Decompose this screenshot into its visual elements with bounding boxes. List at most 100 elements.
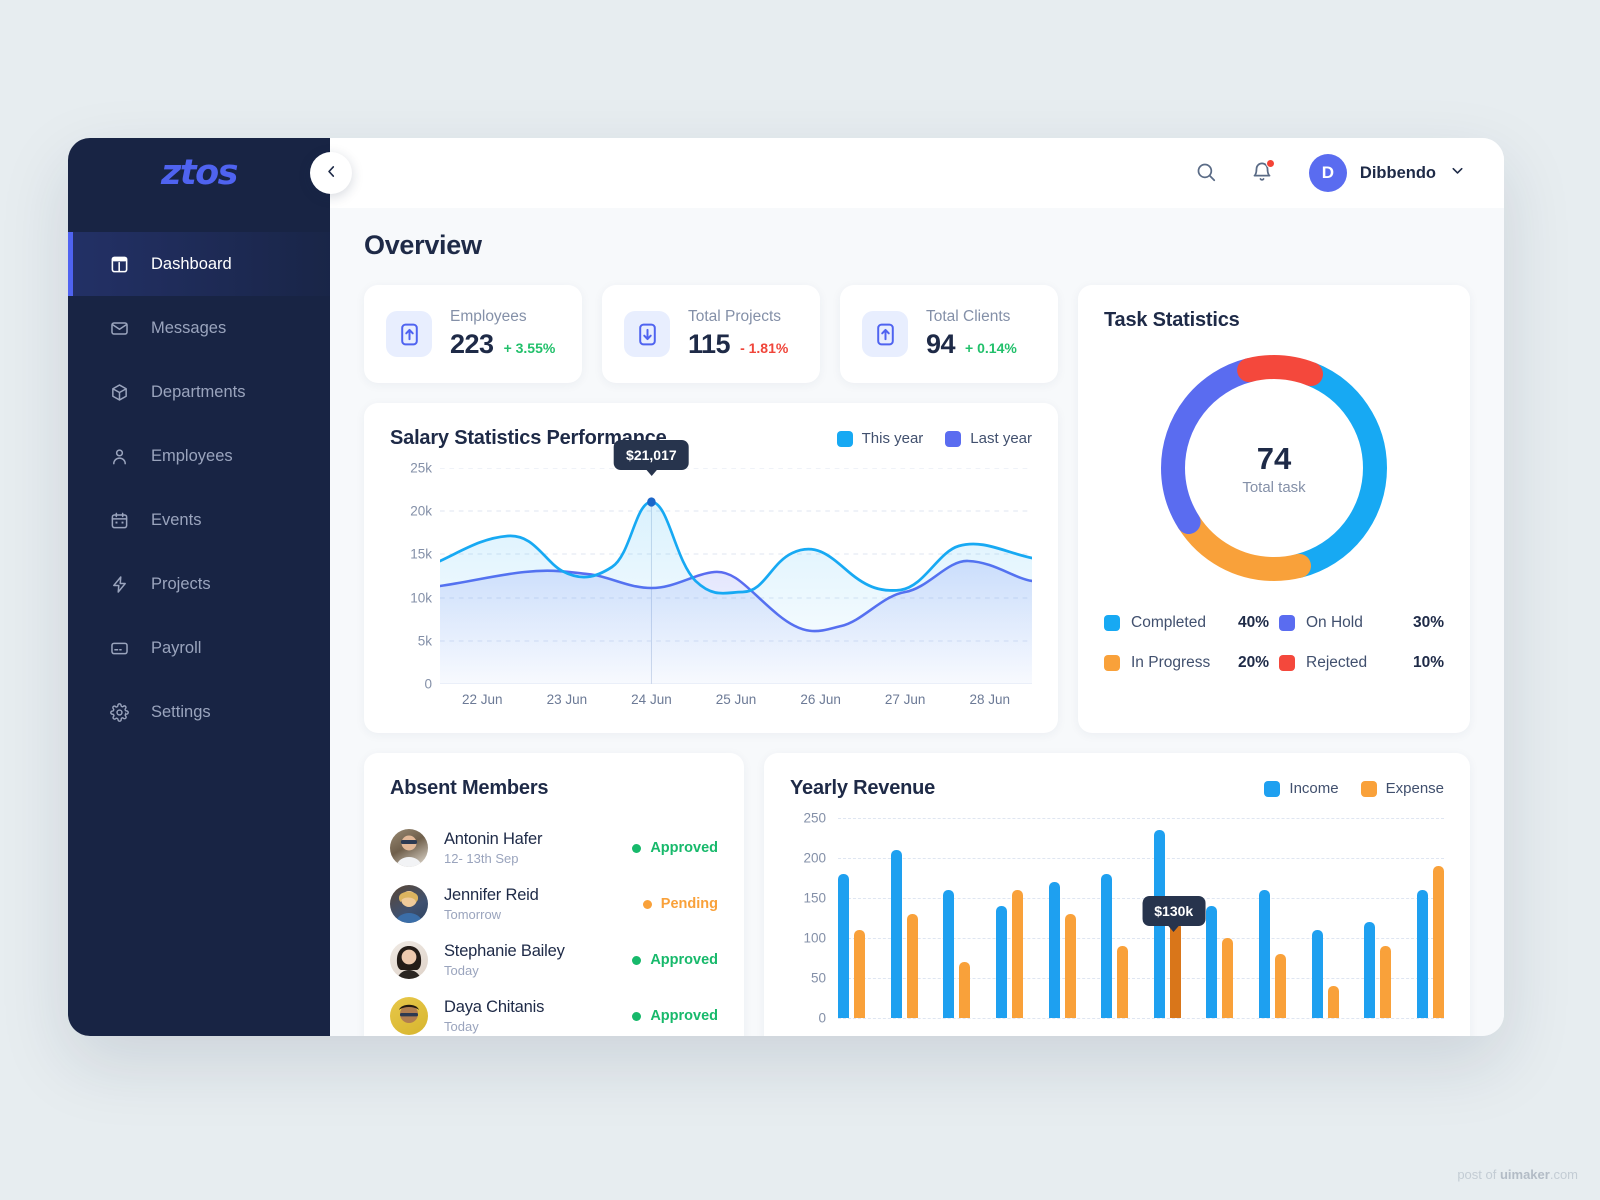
sidebar-item-label: Events <box>151 510 202 529</box>
legend-label: This year <box>861 430 924 447</box>
sidebar-item-dashboard[interactable]: Dashboard <box>68 232 330 296</box>
salary-statistics-card: Salary Statistics Performance This year … <box>364 403 1058 733</box>
bar-group[interactable] <box>1101 818 1129 1018</box>
bar-group[interactable] <box>1364 818 1392 1018</box>
task-statistics-card: Task Statistics 74 Total task Completed … <box>1078 285 1470 733</box>
stat-label: Total Clients <box>926 308 1011 325</box>
y-tick: 5k <box>417 633 432 649</box>
sidebar-collapse-button[interactable] <box>310 152 352 194</box>
legend-swatch <box>1104 655 1120 671</box>
bar-expense <box>1169 922 1181 1018</box>
sidebar-item-payroll[interactable]: Payroll <box>68 616 330 680</box>
user-icon <box>110 447 129 466</box>
status-badge: Approved <box>632 952 718 968</box>
arrow-up-box-icon <box>862 311 908 357</box>
x-tick: 27 Jun <box>884 692 926 707</box>
legend-swatch <box>1279 655 1295 671</box>
bar-group[interactable] <box>1206 818 1234 1018</box>
avatar <box>390 941 428 979</box>
member-name: Jennifer Reid <box>444 886 539 904</box>
bar-expense <box>1327 986 1339 1018</box>
legend-percent: 20% <box>1237 654 1269 671</box>
sidebar-item-label: Dashboard <box>151 254 232 273</box>
legend-percent: 40% <box>1237 614 1269 631</box>
legend-item-last-year[interactable]: Last year <box>945 430 1032 447</box>
legend-swatch <box>1360 780 1377 797</box>
bar-group[interactable] <box>1311 818 1339 1018</box>
sidebar-bottom: Settings <box>68 680 330 802</box>
bar-income <box>1416 890 1428 1018</box>
legend-swatch <box>1279 615 1295 631</box>
task-legend-item-completed[interactable]: Completed 40% <box>1104 614 1269 632</box>
avatar-photo <box>396 835 422 867</box>
salary-x-axis: 22 Jun 23 Jun 24 Jun 25 Jun 26 Jun 27 Ju… <box>440 692 1032 707</box>
legend-label: Rejected <box>1306 654 1368 671</box>
watermark: post of uimaker.com <box>1457 1167 1578 1182</box>
bar-group[interactable] <box>995 818 1023 1018</box>
yearly-revenue-card: Yearly Revenue Income Expense 250 200 15… <box>764 753 1470 1036</box>
stat-card-total-clients[interactable]: Total Clients 94 + 0.14% <box>840 285 1058 383</box>
sidebar-item-departments[interactable]: Departments <box>68 360 330 424</box>
task-legend-item-in-progress[interactable]: In Progress 20% <box>1104 654 1269 672</box>
topbar: D Dibbendo <box>330 138 1504 208</box>
stat-label: Employees <box>450 308 527 325</box>
legend-item-this-year[interactable]: This year <box>836 430 924 447</box>
list-item[interactable]: Stephanie Bailey Today Approved <box>390 932 718 988</box>
bar-expense <box>1432 866 1444 1018</box>
bar-group[interactable] <box>1048 818 1076 1018</box>
status-dot <box>632 1011 642 1021</box>
y-tick: 0 <box>818 1010 826 1026</box>
stat-card-total-projects[interactable]: Total Projects 115 - 1.81% <box>602 285 820 383</box>
legend-item-expense[interactable]: Expense <box>1360 780 1444 797</box>
stat-value: 115 <box>688 329 731 359</box>
bar-income <box>838 874 849 1018</box>
box-icon <box>110 383 129 402</box>
legend-swatch <box>1104 615 1120 631</box>
bar-income <box>943 890 955 1018</box>
sidebar-item-employees[interactable]: Employees <box>68 424 330 488</box>
x-tick: 23 Jun <box>546 692 588 707</box>
legend-percent: 30% <box>1412 614 1444 631</box>
list-item[interactable]: Daya Chitanis Today Approved <box>390 988 718 1036</box>
avatar <box>390 829 428 867</box>
stat-body: Employees 223 + 3.55% <box>450 308 555 360</box>
stat-cards: Employees 223 + 3.55% Total Projects 115… <box>364 285 1058 383</box>
salary-y-axis: 25k 20k 15k 10k 5k 0 <box>390 461 432 692</box>
legend-swatch <box>945 430 962 447</box>
bar-group[interactable] <box>943 818 971 1018</box>
search-button[interactable] <box>1191 157 1221 190</box>
task-legend-item-on-hold[interactable]: On Hold 30% <box>1279 614 1444 632</box>
bar-group[interactable] <box>1416 818 1444 1018</box>
notifications-button[interactable] <box>1247 157 1277 190</box>
task-legend-item-rejected[interactable]: Rejected 10% <box>1279 654 1444 672</box>
stat-value: 223 <box>450 329 494 359</box>
status-label: Pending <box>660 896 718 912</box>
sidebar-item-label: Messages <box>151 318 227 337</box>
sidebar-item-projects[interactable]: Projects <box>68 552 330 616</box>
bar-income <box>1206 906 1218 1018</box>
salary-card-header: Salary Statistics Performance This year … <box>390 427 1032 450</box>
absent-members-list: Antonin Hafer 12- 13th Sep Approved Jenn… <box>390 820 718 1036</box>
bar-group[interactable] <box>838 818 865 1018</box>
bar-expense <box>1117 946 1129 1018</box>
list-item[interactable]: Jennifer Reid Tomorrow Pending <box>390 876 718 932</box>
bar-expense <box>1380 946 1392 1018</box>
sidebar-item-events[interactable]: Events <box>68 488 330 552</box>
avatar <box>390 997 428 1035</box>
member-date: Tomorrow <box>444 907 502 922</box>
sidebar-item-settings[interactable]: Settings <box>68 680 330 744</box>
list-item[interactable]: Antonin Hafer 12- 13th Sep Approved <box>390 820 718 876</box>
donut-center-label: 74 Total task <box>1199 441 1349 496</box>
bar-expense <box>959 962 971 1018</box>
bar-income <box>1311 930 1323 1018</box>
legend-item-income[interactable]: Income <box>1264 780 1339 797</box>
user-menu[interactable]: D Dibbendo <box>1308 154 1466 192</box>
bar-group[interactable] <box>1259 818 1286 1018</box>
salary-legend: This year Last year <box>836 430 1032 447</box>
sidebar-item-messages[interactable]: Messages <box>68 296 330 360</box>
stat-body: Total Projects 115 - 1.81% <box>688 308 788 360</box>
bar-group[interactable] <box>890 818 918 1018</box>
stat-card-employees[interactable]: Employees 223 + 3.55% <box>364 285 582 383</box>
avatar <box>390 885 428 923</box>
dashboard-row-1: Employees 223 + 3.55% Total Projects 115… <box>364 285 1470 733</box>
